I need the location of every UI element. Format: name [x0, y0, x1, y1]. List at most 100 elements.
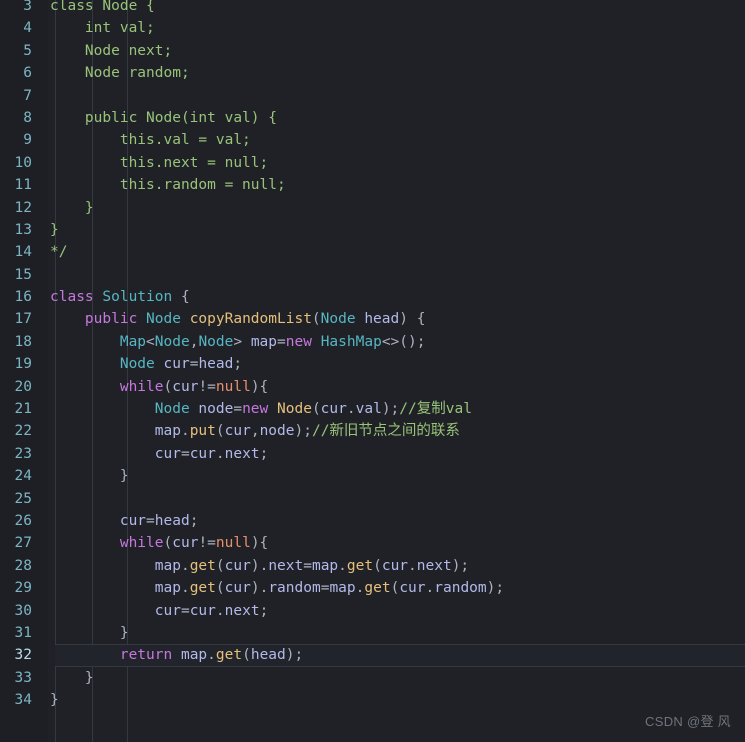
line-number[interactable]: 14 [0, 241, 40, 263]
line-number[interactable]: 21 [0, 398, 40, 420]
line-text[interactable]: cur=cur.next; [40, 443, 269, 465]
code-line[interactable]: 4 int val; [0, 17, 745, 39]
line-text[interactable]: Node cur=head; [40, 353, 242, 375]
line-text[interactable]: cur=cur.next; [40, 600, 269, 622]
line-number[interactable]: 3 [0, 0, 40, 17]
line-number[interactable]: 23 [0, 443, 40, 465]
line-number[interactable]: 15 [0, 264, 40, 286]
code-line[interactable]: 6 Node random; [0, 62, 745, 84]
code-line[interactable]: 23 cur=cur.next; [0, 443, 745, 465]
token-plain: . [180, 580, 190, 597]
line-text[interactable]: } [40, 689, 59, 711]
line-text[interactable]: } [40, 622, 129, 644]
line-text[interactable]: class Solution { [40, 286, 190, 308]
line-text[interactable]: Node next; [40, 40, 172, 62]
code-line[interactable]: 24 } [0, 465, 745, 487]
line-text[interactable]: this.val = val; [40, 129, 251, 151]
code-line[interactable]: 19 Node cur=head; [0, 353, 745, 375]
line-text[interactable]: public Node copyRandomList(Node head) { [40, 308, 426, 330]
line-number[interactable]: 25 [0, 488, 40, 510]
line-number[interactable]: 22 [0, 420, 40, 442]
line-text[interactable]: } [40, 465, 129, 487]
line-number[interactable]: 5 [0, 40, 40, 62]
line-text[interactable]: map.get(cur).random=map.get(cur.random); [40, 577, 504, 599]
token-ident: map [311, 557, 339, 574]
line-number[interactable]: 33 [0, 667, 40, 689]
line-text[interactable]: map.put(cur,node);//新旧节点之间的联系 [40, 420, 460, 442]
code-editor[interactable]: 3 class Node {4 int val; 5 Node next; 6 Nod… [0, 0, 745, 742]
line-number[interactable]: 31 [0, 622, 40, 644]
code-line[interactable]: 30 cur=cur.next; [0, 600, 745, 622]
code-line[interactable]: 29 map.get(cur).random=map.get(cur.rando… [0, 577, 745, 599]
line-number[interactable]: 13 [0, 219, 40, 241]
code-line[interactable]: 22 map.put(cur,node);//新旧节点之间的联系 [0, 420, 745, 442]
line-text[interactable]: */ [40, 241, 67, 263]
code-line-active[interactable]: 32 return map.get(head); [0, 644, 745, 667]
code-line[interactable]: 5 Node next; [0, 40, 745, 62]
line-text[interactable]: } [40, 667, 94, 689]
code-line[interactable]: 27 while(cur!=null){ [0, 532, 745, 554]
code-line[interactable]: 9 this.val = val; [0, 129, 745, 151]
line-text[interactable]: Node node=new Node(cur.val);//复制val [40, 398, 472, 420]
code-line[interactable]: 21 Node node=new Node(cur.val);//复制val [0, 398, 745, 420]
line-number[interactable]: 16 [0, 286, 40, 308]
code-line[interactable]: 17 public Node copyRandomList(Node head)… [0, 308, 745, 330]
code-line[interactable]: 33 } [0, 667, 745, 689]
line-number[interactable]: 34 [0, 689, 40, 711]
line-text[interactable]: map.get(cur).next=map.get(cur.next); [40, 555, 469, 577]
line-number[interactable]: 9 [0, 129, 40, 151]
line-text[interactable]: } [40, 197, 94, 219]
code-line[interactable]: 15 [0, 264, 745, 286]
line-number[interactable]: 18 [0, 331, 40, 353]
line-text[interactable]: public Node(int val) { [40, 107, 277, 129]
line-text[interactable]: while(cur!=null){ [40, 532, 268, 554]
line-number[interactable]: 11 [0, 174, 40, 196]
line-text[interactable]: cur=head; [40, 510, 199, 532]
line-number[interactable]: 8 [0, 107, 40, 129]
line-text[interactable]: } [40, 219, 59, 241]
line-text[interactable]: while(cur!=null){ [40, 376, 268, 398]
token-ident: map [329, 580, 356, 597]
code-line[interactable]: 11 this.random = null; [0, 174, 745, 196]
token-plain: . [425, 580, 435, 597]
code-line[interactable]: 26 cur=head; [0, 510, 745, 532]
line-number[interactable]: 32 [0, 644, 40, 666]
code-line[interactable]: 13} [0, 219, 745, 241]
token-plain: ). [250, 580, 269, 597]
code-line[interactable]: 31 } [0, 622, 745, 644]
line-number[interactable]: 26 [0, 510, 40, 532]
code-content[interactable]: 3 class Node {4 int val; 5 Node next; 6 Nod… [0, 0, 745, 712]
code-line[interactable]: 18 Map<Node,Node> map=new HashMap<>(); [0, 331, 745, 353]
code-line[interactable]: 16 class Solution { [0, 286, 745, 308]
code-line[interactable]: 10 this.next = null; [0, 152, 745, 174]
line-text[interactable]: class Node { [40, 0, 155, 17]
code-line[interactable]: 20 while(cur!=null){ [0, 376, 745, 398]
line-number[interactable]: 27 [0, 532, 40, 554]
line-number[interactable]: 6 [0, 62, 40, 84]
line-number[interactable]: 20 [0, 376, 40, 398]
line-number[interactable]: 7 [0, 85, 40, 107]
line-number[interactable]: 24 [0, 465, 40, 487]
line-number[interactable]: 4 [0, 17, 40, 39]
line-number[interactable]: 28 [0, 555, 40, 577]
line-number[interactable]: 19 [0, 353, 40, 375]
code-line[interactable]: 7 [0, 85, 745, 107]
line-number[interactable]: 12 [0, 197, 40, 219]
line-text[interactable]: Map<Node,Node> map=new HashMap<>(); [40, 331, 426, 353]
code-line[interactable]: 8 public Node(int val) { [0, 107, 745, 129]
line-text[interactable]: Node random; [40, 62, 190, 84]
line-number[interactable]: 10 [0, 152, 40, 174]
code-line[interactable]: 25 [0, 488, 745, 510]
line-text[interactable]: this.next = null; [40, 152, 268, 174]
line-text[interactable]: this.random = null; [40, 174, 286, 196]
line-number[interactable]: 29 [0, 577, 40, 599]
code-line[interactable]: 3 class Node { [0, 0, 745, 17]
code-line[interactable]: 34} [0, 689, 745, 711]
line-number[interactable]: 30 [0, 600, 40, 622]
line-number[interactable]: 17 [0, 308, 40, 330]
line-text[interactable]: int val; [40, 17, 155, 39]
code-line[interactable]: 12 } [0, 197, 745, 219]
line-text[interactable]: return map.get(head); [40, 644, 303, 666]
code-line[interactable]: 28 map.get(cur).next=map.get(cur.next); [0, 555, 745, 577]
code-line[interactable]: 14 */ [0, 241, 745, 263]
